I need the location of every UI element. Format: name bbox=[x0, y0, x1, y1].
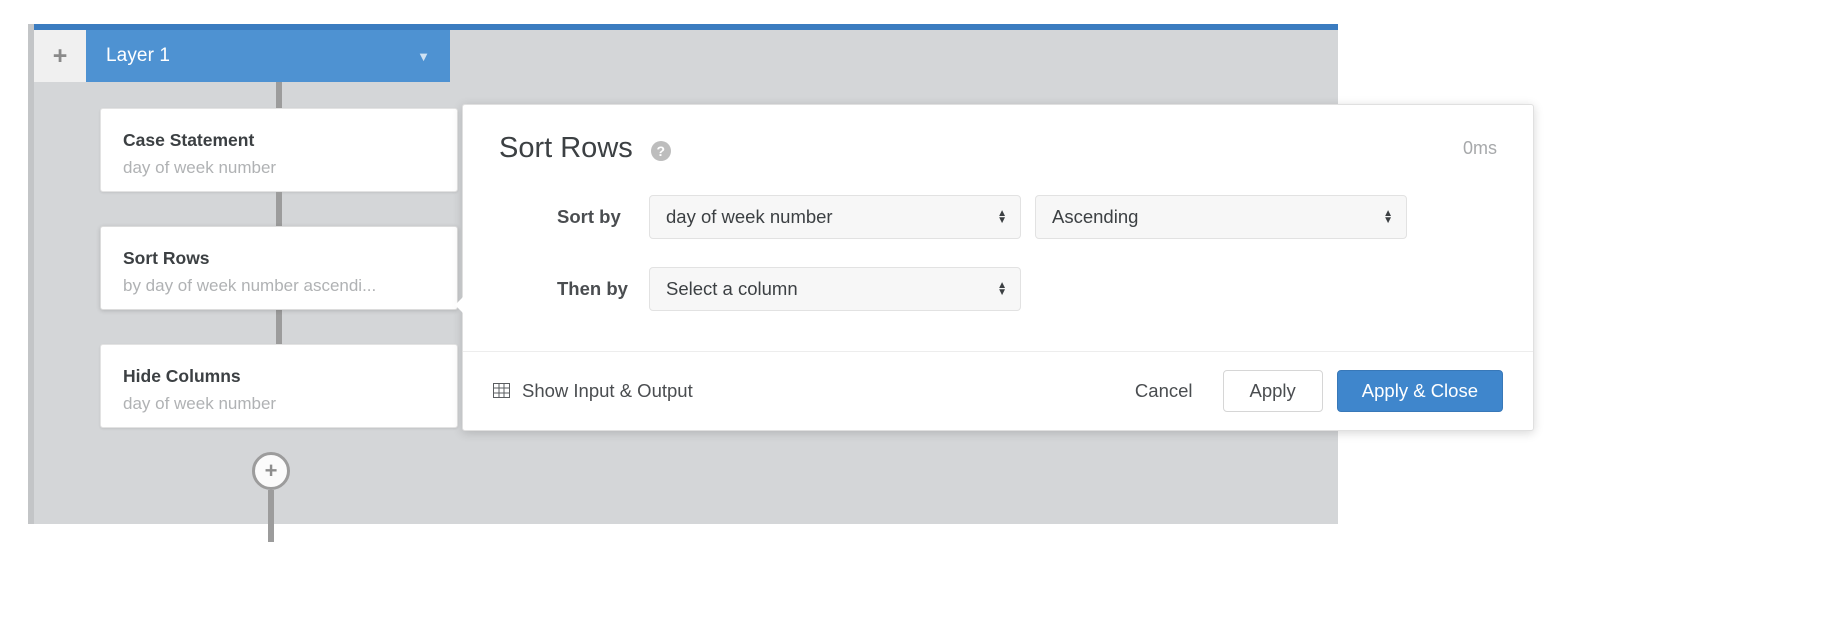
sort-by-column-value: day of week number bbox=[666, 205, 833, 227]
help-icon[interactable]: ? bbox=[650, 140, 671, 161]
grid-icon bbox=[493, 383, 510, 399]
sort-by-row: Sort by day of week number ▲ ▼ Ascending … bbox=[499, 194, 1497, 239]
select-stepper-icon: ▲ ▼ bbox=[1383, 207, 1393, 226]
sort-rows-settings-panel: Sort Rows ? 0ms Sort by day of week numb… bbox=[462, 104, 1534, 431]
flow-node-list: Case Statement day of week number Sort R… bbox=[100, 82, 458, 428]
flow-connector-tail bbox=[268, 490, 274, 542]
panel-body: Sort by day of week number ▲ ▼ Ascending … bbox=[463, 169, 1533, 351]
flow-node-hide-columns[interactable]: Hide Columns day of week number bbox=[100, 344, 458, 428]
sort-by-order-value: Ascending bbox=[1052, 205, 1139, 227]
plus-icon: + bbox=[52, 41, 68, 70]
flow-node-title: Sort Rows bbox=[123, 248, 210, 268]
show-input-output-button[interactable]: Show Input & Output bbox=[493, 380, 693, 402]
apply-button[interactable]: Apply bbox=[1222, 369, 1323, 412]
panel-footer: Show Input & Output Cancel Apply Apply &… bbox=[463, 350, 1533, 430]
flow-node-sort-rows[interactable]: Sort Rows by day of week number ascendi.… bbox=[100, 226, 458, 310]
flow-connector bbox=[276, 82, 282, 108]
footer-actions: Cancel Apply Apply & Close bbox=[1113, 369, 1503, 412]
sort-by-order-select[interactable]: Ascending ▲ ▼ bbox=[1035, 194, 1407, 239]
panel-pointer-arrow bbox=[455, 288, 472, 322]
panel-header: Sort Rows ? 0ms bbox=[463, 105, 1533, 169]
flow-node-subtitle: day of week number bbox=[123, 393, 277, 413]
select-stepper-icon: ▲ ▼ bbox=[997, 207, 1007, 226]
add-layer-button[interactable]: + bbox=[34, 30, 86, 82]
panel-title: Sort Rows bbox=[499, 132, 633, 164]
flow-connector bbox=[276, 192, 282, 226]
sort-by-column-select[interactable]: day of week number ▲ ▼ bbox=[649, 194, 1021, 239]
flow-node-title: Hide Columns bbox=[123, 366, 241, 386]
flow-node-subtitle: day of week number bbox=[123, 157, 277, 177]
show-input-output-label: Show Input & Output bbox=[522, 379, 693, 401]
then-by-row: Then by Select a column ▲ ▼ bbox=[499, 266, 1497, 311]
execution-time-label: 0ms bbox=[1462, 138, 1497, 159]
add-step-button[interactable]: + bbox=[252, 452, 290, 490]
select-stepper-icon: ▲ ▼ bbox=[997, 279, 1007, 298]
layer-tab-label: Layer 1 bbox=[106, 45, 171, 66]
then-by-label: Then by bbox=[557, 277, 628, 299]
canvas-left-edge bbox=[28, 24, 34, 524]
then-by-column-select[interactable]: Select a column ▲ ▼ bbox=[649, 266, 1021, 311]
layer-tab-layer-1[interactable]: Layer 1 ▼ bbox=[86, 30, 450, 82]
then-by-column-value: Select a column bbox=[666, 277, 798, 299]
layer-tab-strip: + Layer 1 ▼ bbox=[34, 30, 450, 82]
plus-circle-icon: + bbox=[264, 458, 278, 483]
sort-by-label: Sort by bbox=[557, 205, 621, 227]
flow-connector bbox=[276, 310, 282, 344]
chevron-down-icon[interactable]: ▼ bbox=[417, 50, 430, 63]
apply-and-close-button[interactable]: Apply & Close bbox=[1336, 369, 1503, 412]
flow-node-title: Case Statement bbox=[123, 130, 255, 150]
cancel-button[interactable]: Cancel bbox=[1113, 370, 1215, 412]
flow-node-case-statement[interactable]: Case Statement day of week number bbox=[100, 108, 458, 192]
flow-node-subtitle: by day of week number ascendi... bbox=[123, 275, 377, 295]
